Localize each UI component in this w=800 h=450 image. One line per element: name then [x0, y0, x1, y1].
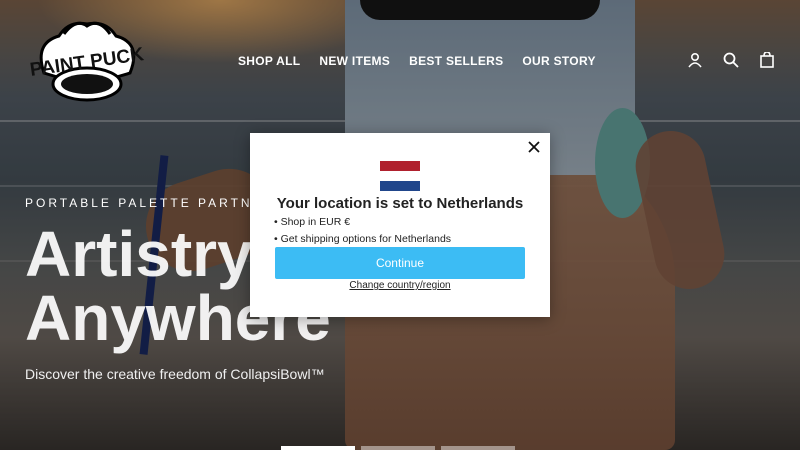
- cart-icon[interactable]: [758, 51, 776, 69]
- change-country-link[interactable]: Change country/region: [250, 280, 550, 291]
- logo[interactable]: PAINT PUCK: [24, 18, 150, 106]
- list-item: Shop in EUR €: [274, 214, 451, 231]
- nav-best-sellers[interactable]: BEST SELLERS: [409, 54, 503, 68]
- close-icon: [528, 141, 540, 153]
- modal-title: Your location is set to Netherlands: [276, 195, 524, 212]
- slide-dot[interactable]: [361, 446, 435, 450]
- flag-stripe-blue: [380, 181, 420, 191]
- list-item: Get shipping options for Netherlands: [274, 231, 451, 248]
- hero-subtext: Discover the creative freedom of Collaps…: [25, 366, 325, 382]
- search-icon[interactable]: [722, 51, 740, 69]
- netherlands-flag-icon: [380, 161, 420, 191]
- slide-indicators: [281, 446, 515, 450]
- account-icon[interactable]: [686, 51, 704, 69]
- nav-shop-all[interactable]: SHOP ALL: [238, 54, 300, 68]
- site-header: PAINT PUCK SHOP ALL NEW ITEMS BEST SELLE…: [0, 0, 800, 120]
- nav-new-items[interactable]: NEW ITEMS: [319, 54, 390, 68]
- close-button[interactable]: [526, 139, 542, 155]
- slide-dot[interactable]: [441, 446, 515, 450]
- header-actions: [686, 51, 776, 69]
- slide-dot[interactable]: [281, 446, 355, 450]
- main-nav: SHOP ALL NEW ITEMS BEST SELLERS OUR STOR…: [238, 54, 596, 68]
- flag-stripe-white: [380, 171, 420, 181]
- modal-info-list: Shop in EUR € Get shipping options for N…: [274, 214, 451, 248]
- flag-stripe-red: [380, 161, 420, 171]
- location-modal: Your location is set to Netherlands Shop…: [250, 133, 550, 317]
- continue-button[interactable]: Continue: [275, 247, 525, 279]
- nav-our-story[interactable]: OUR STORY: [522, 54, 595, 68]
- logo-icon: PAINT PUCK: [29, 21, 145, 102]
